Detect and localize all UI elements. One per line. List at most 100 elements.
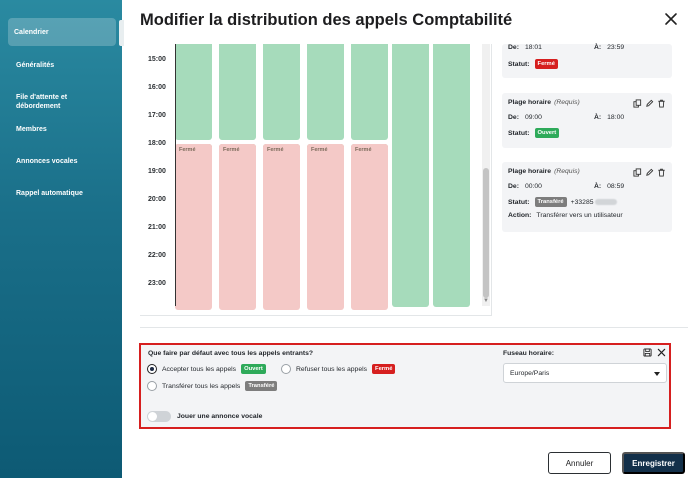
required-label: (Requis) bbox=[554, 168, 580, 175]
open-slot[interactable] bbox=[392, 44, 429, 307]
radio-unselected-icon[interactable] bbox=[147, 381, 157, 391]
schedule-card: Plage horaire (Requis) De: 00:00 À: 08:5… bbox=[502, 162, 672, 232]
transfer-phone: +33285 bbox=[570, 198, 594, 206]
save-button[interactable]: Enregistrer bbox=[622, 452, 685, 474]
card-title: Plage horaire bbox=[508, 168, 552, 175]
hour-label: 22:00 bbox=[148, 252, 166, 259]
closed-slot-label: Fermé bbox=[311, 147, 328, 153]
card-title: Plage horaire bbox=[508, 99, 552, 106]
calendar-scrollbar-thumb[interactable] bbox=[483, 168, 489, 298]
hour-label: 21:00 bbox=[148, 224, 166, 231]
close-icon[interactable] bbox=[664, 12, 678, 26]
closed-slot-label: Fermé bbox=[223, 147, 240, 153]
open-slot[interactable] bbox=[219, 44, 256, 140]
status-badge: Transféré bbox=[534, 197, 567, 207]
closed-slot[interactable] bbox=[351, 144, 388, 310]
hour-label: 18:00 bbox=[148, 140, 166, 147]
edit-icon[interactable] bbox=[645, 168, 654, 177]
sidebar: Calendrier Généralités File d'attente et… bbox=[0, 0, 122, 478]
to-label: À: bbox=[593, 44, 602, 51]
to-value: 08:59 bbox=[607, 183, 625, 190]
schedule-card: De: 18:01 À: 23:59 Statut: Fermé bbox=[502, 44, 672, 78]
hour-label: 17:00 bbox=[148, 112, 166, 119]
trash-icon[interactable] bbox=[657, 99, 666, 108]
sidebar-item-membres[interactable]: Membres bbox=[10, 125, 116, 134]
schedule-card: Plage horaire (Requis) De: 09:00 À: 18:0… bbox=[502, 93, 672, 148]
copy-icon[interactable] bbox=[633, 168, 642, 177]
open-slot[interactable] bbox=[307, 44, 344, 140]
radio-selected-icon[interactable] bbox=[147, 364, 157, 374]
card-actions bbox=[633, 168, 666, 177]
current-day-marker bbox=[175, 44, 212, 306]
from-value: 09:00 bbox=[524, 114, 542, 121]
radio-label: Refuser tous les appels bbox=[296, 365, 368, 373]
hour-label: 20:00 bbox=[148, 196, 166, 203]
open-slot[interactable] bbox=[351, 44, 388, 140]
default-behavior-panel: Que faire par défaut avec tous les appel… bbox=[139, 343, 671, 429]
trash-icon[interactable] bbox=[657, 168, 666, 177]
sidebar-item-label: Membres bbox=[16, 126, 47, 133]
from-label: De: bbox=[508, 114, 519, 121]
open-badge: Ouvert bbox=[241, 364, 266, 374]
save-icon[interactable] bbox=[643, 348, 652, 357]
radio-accept-all[interactable]: Accepter tous les appels Ouvert bbox=[147, 364, 266, 374]
transferred-badge: Transféré bbox=[245, 381, 278, 391]
to-label: À: bbox=[593, 183, 602, 190]
sidebar-item-label: Généralités bbox=[16, 62, 55, 69]
hour-label: 16:00 bbox=[148, 84, 166, 91]
sidebar-item-annonces-vocales[interactable]: Annonces vocales bbox=[10, 157, 116, 166]
sidebar-item-label: File d'attente et débordement bbox=[16, 94, 68, 110]
from-value: 00:00 bbox=[524, 183, 542, 190]
status-label: Statut: bbox=[508, 60, 530, 68]
sidebar-item-file-attente[interactable]: File d'attente et débordement bbox=[10, 93, 116, 111]
close-icon[interactable] bbox=[657, 348, 666, 357]
to-label: À: bbox=[593, 114, 602, 121]
edit-icon[interactable] bbox=[645, 99, 654, 108]
closed-slot[interactable] bbox=[219, 144, 256, 310]
from-label: De: bbox=[508, 44, 519, 51]
sidebar-item-label: Calendrier bbox=[14, 28, 49, 36]
action-value: Transférer vers un utilisateur bbox=[536, 212, 623, 219]
panel-actions bbox=[643, 348, 666, 357]
closed-slot-label: Fermé bbox=[355, 147, 372, 153]
status-label: Statut: bbox=[508, 129, 530, 137]
status-badge: Fermé bbox=[534, 59, 558, 69]
sidebar-item-generalites[interactable]: Généralités bbox=[10, 61, 116, 70]
cancel-button[interactable]: Annuler bbox=[548, 452, 611, 474]
closed-slot[interactable] bbox=[263, 144, 300, 310]
sidebar-item-rappel-automatique[interactable]: Rappel automatique bbox=[10, 189, 116, 198]
radio-label: Accepter tous les appels bbox=[162, 365, 237, 373]
from-value: 18:01 bbox=[524, 44, 542, 51]
default-behavior-question: Que faire par défaut avec tous les appel… bbox=[148, 350, 314, 357]
dialog-title: Modifier la distribution des appels Comp… bbox=[140, 11, 513, 29]
divider bbox=[140, 327, 688, 328]
radio-transfer-all[interactable]: Transférer tous les appels Transféré bbox=[147, 381, 278, 391]
to-value: 18:00 bbox=[607, 114, 625, 121]
status-badge: Ouvert bbox=[534, 128, 560, 138]
closed-slot[interactable] bbox=[307, 144, 344, 310]
timezone-select[interactable]: Europe/Paris bbox=[503, 363, 667, 383]
hour-label: 15:00 bbox=[148, 56, 166, 63]
copy-icon[interactable] bbox=[633, 99, 642, 108]
radio-label: Transférer tous les appels bbox=[162, 382, 241, 390]
closed-badge: Fermé bbox=[372, 364, 396, 374]
hour-label: 19:00 bbox=[148, 168, 166, 175]
sidebar-active-indicator bbox=[119, 20, 124, 46]
open-slot[interactable] bbox=[433, 44, 470, 307]
voice-announcement-toggle[interactable] bbox=[147, 411, 171, 422]
from-label: De: bbox=[508, 183, 519, 190]
open-slot[interactable] bbox=[263, 44, 300, 140]
redacted-number bbox=[594, 199, 617, 205]
required-label: (Requis) bbox=[554, 99, 580, 106]
card-actions bbox=[633, 99, 666, 108]
chevron-down-icon bbox=[654, 372, 660, 376]
sidebar-item-label: Rappel automatique bbox=[16, 190, 83, 197]
action-label: Action: bbox=[508, 212, 532, 219]
scroll-down-arrow-icon[interactable]: ▼ bbox=[483, 298, 489, 304]
weekly-calendar: 15:00 16:00 17:00 18:00 19:00 20:00 21:0… bbox=[140, 44, 492, 316]
radio-unselected-icon[interactable] bbox=[281, 364, 291, 374]
timezone-label: Fuseau horaire: bbox=[503, 350, 554, 357]
radio-refuse-all[interactable]: Refuser tous les appels Fermé bbox=[281, 364, 396, 374]
status-label: Statut: bbox=[508, 198, 530, 206]
sidebar-item-calendrier[interactable]: Calendrier bbox=[8, 18, 116, 46]
